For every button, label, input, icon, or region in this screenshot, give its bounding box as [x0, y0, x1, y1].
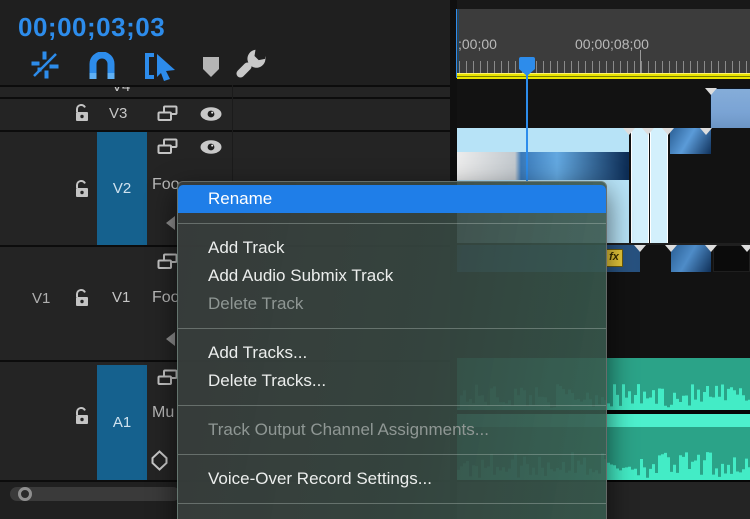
track-target-v2[interactable]: V2	[97, 132, 147, 245]
track-name[interactable]: Mu	[152, 404, 174, 422]
track-lock-icon[interactable]	[74, 103, 90, 124]
sync-lock-icon[interactable]	[157, 369, 178, 386]
track-collapse-arrow-icon[interactable]	[166, 332, 175, 346]
menu-item-rename[interactable]: Rename	[178, 185, 606, 213]
clip-edge-notch	[741, 245, 750, 252]
menu-item-add-audio-submix-track[interactable]: Add Audio Submix Track	[178, 262, 606, 290]
ruler-label-mid: 00;00;08;00	[575, 36, 649, 52]
menu-item-delete-tracks[interactable]: Delete Tracks...	[178, 367, 606, 395]
ruler-major-tick	[640, 50, 641, 73]
playhead-timecode[interactable]: 00;00;03;03	[18, 12, 165, 43]
zoom-scrollbar[interactable]	[10, 487, 180, 501]
sequence-start-line-shadow	[458, 9, 459, 78]
timeline-settings-wrench-icon[interactable]	[234, 47, 268, 81]
linked-selection-icon[interactable]	[142, 50, 176, 82]
track-header-v3[interactable]: V3	[0, 97, 450, 130]
sequence-start-line	[456, 9, 457, 78]
video-clip[interactable]	[650, 128, 668, 243]
playhead-line	[526, 75, 528, 181]
menu-separator	[178, 405, 606, 406]
sync-lock-icon[interactable]	[157, 105, 178, 122]
menu-item-delete-track: Delete Track	[178, 290, 606, 318]
menu-item-voice-over-record-settings[interactable]: Voice-Over Record Settings...	[178, 465, 606, 493]
track-label[interactable]: V1	[112, 289, 130, 306]
menu-item-track-output-channel-assignments: Track Output Channel Assignments...	[178, 416, 606, 444]
track-output-eye-icon[interactable]	[199, 139, 223, 155]
sync-lock-icon[interactable]	[157, 253, 178, 270]
clip-edge-notch	[705, 245, 717, 252]
menu-separator	[178, 454, 606, 455]
ruler-ticks	[459, 61, 748, 73]
premiere-timeline-panel: 00;00;03;03 V4	[0, 0, 750, 519]
nest-insert-icon[interactable]	[30, 50, 60, 80]
clip-edge-notch	[665, 245, 677, 252]
menu-separator	[178, 328, 606, 329]
track-lock-icon[interactable]	[74, 288, 90, 309]
clip-edge-notch	[623, 128, 635, 135]
menu-item-customize[interactable]: Customize...	[178, 514, 606, 519]
track-target-a1[interactable]: A1	[97, 365, 147, 480]
menu-separator	[178, 503, 606, 504]
sync-lock-icon[interactable]	[157, 138, 178, 155]
clip-edge-notch	[700, 128, 712, 135]
track-collapse-arrow-icon[interactable]	[166, 216, 175, 230]
track-label: V4	[112, 85, 130, 95]
clip-edge-notch	[705, 88, 717, 95]
track-context-menu: Rename Add Track Add Audio Submix Track …	[177, 181, 607, 519]
clip-thumbnail-strip	[457, 152, 629, 180]
track-label[interactable]: V3	[109, 105, 127, 122]
add-marker-icon[interactable]	[201, 55, 221, 79]
track-lock-icon[interactable]	[74, 179, 90, 200]
source-patch-v1[interactable]: V1	[32, 290, 50, 307]
menu-separator	[178, 223, 606, 224]
track-name[interactable]: Foo	[152, 176, 180, 194]
track-name[interactable]: Foo	[152, 289, 180, 307]
track-output-eye-icon[interactable]	[199, 106, 223, 122]
ruler-label-start: ;00;00	[458, 36, 497, 52]
snap-magnet-icon[interactable]	[88, 52, 116, 80]
track-lock-icon[interactable]	[74, 406, 90, 427]
clip-edge-notch	[642, 128, 654, 135]
clip-edge-notch	[634, 245, 646, 252]
fx-badge: fx	[605, 249, 623, 267]
track-v3-content	[457, 79, 750, 128]
track-header-v4[interactable]: V4	[0, 85, 450, 97]
keyframe-diamond-icon[interactable]	[151, 450, 168, 471]
menu-item-add-track[interactable]: Add Track	[178, 234, 606, 262]
video-clip[interactable]	[631, 128, 649, 243]
playhead-head[interactable]	[517, 56, 537, 77]
menu-item-add-tracks[interactable]: Add Tracks...	[178, 339, 606, 367]
zoom-scrollbar-handle[interactable]	[18, 487, 32, 501]
clip-edge-notch	[662, 128, 674, 135]
